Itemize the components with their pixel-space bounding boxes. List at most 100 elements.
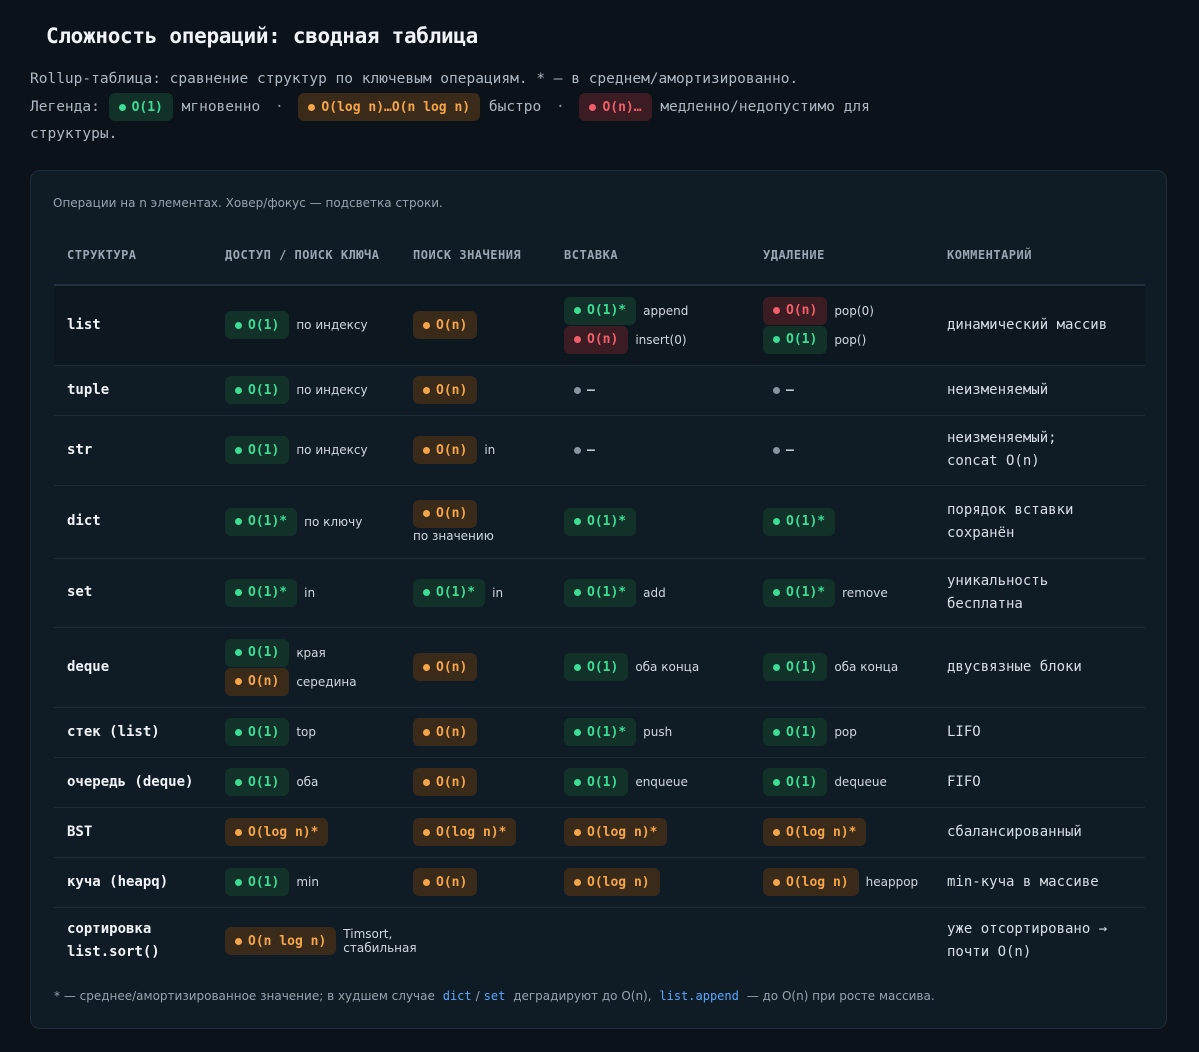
legend-medium-text: быстро — [488, 99, 542, 115]
status-dot-icon — [773, 336, 780, 344]
table-row[interactable]: set O(1)* in O(1)* in O(1)* add O(1)* remove уник… — [54, 558, 1145, 627]
operation-note: in — [304, 585, 316, 600]
status-dot-icon — [773, 589, 780, 596]
status-dot-icon — [574, 778, 581, 786]
complexity-badge: O(log n)* — [225, 818, 329, 846]
status-dot-icon — [574, 728, 581, 736]
complexity-badge: O(n) — [413, 311, 478, 340]
complexity-badge: O(log n)* — [564, 818, 668, 846]
complexity-badge: O(n) — [564, 325, 629, 354]
intro: Rollup-таблица: сравнение структур по кл… — [30, 66, 930, 148]
operation-note: по ключу — [304, 514, 363, 529]
table-row[interactable]: deque O(1) края O(n) середина O(n) O(1) оба кон… — [54, 627, 1145, 707]
cell-search: O(n) — [400, 365, 551, 415]
cell-insert: O(1)* push — [551, 707, 750, 757]
status-dot-icon — [773, 878, 780, 886]
cell-insert — [551, 907, 750, 975]
footnote-text: деградируют до O(n), — [513, 989, 652, 1003]
table-row[interactable]: dict O(1)* по ключу O(n) по значению O(1)* O(1… — [54, 485, 1145, 558]
operation-note: оба — [296, 775, 319, 789]
table-row[interactable]: BST O(log n)* O(log n)* O(log n)* O(log n)* с… — [54, 807, 1145, 857]
complexity-badge: O(1) — [225, 311, 290, 340]
cell-delete: O(n) pop(0) O(1) pop() — [750, 285, 934, 365]
complexity-badge: O(1)* — [564, 507, 637, 536]
cell-search: O(log n)* — [400, 807, 551, 857]
intro-line-end: структуры. — [30, 126, 118, 142]
operation-note: insert(0) — [635, 332, 687, 347]
structure-name: list — [54, 285, 212, 365]
complexity-badge: O(1) — [763, 718, 828, 746]
table-row[interactable]: str O(1) по индексу O(n) in — — неизменяемый; c… — [54, 415, 1145, 485]
comment: уже отсортировано → почти O(n) — [947, 921, 1108, 961]
complexity-badge: O(1)* — [564, 578, 637, 607]
operation-note: Timsort, стабильная — [343, 927, 417, 956]
status-dot-icon — [773, 518, 780, 525]
status-dot-icon — [574, 518, 581, 525]
complexity-badge: O(1) — [763, 325, 828, 354]
cell-access: O(1)* по ключу — [212, 485, 400, 558]
cell-access: O(1)* in — [212, 558, 400, 627]
complexity-badge: — — [564, 436, 605, 464]
header-search: ПОИСК ЗНАЧЕНИЯ — [413, 247, 522, 262]
cell-access: O(1) по индексу — [212, 415, 400, 485]
complexity-badge: O(n) — [413, 376, 478, 404]
page-title: Сложность операций: сводная таблица — [46, 24, 479, 48]
status-dot-icon — [235, 589, 242, 596]
complexity-badge: O(1) — [225, 718, 290, 746]
status-dot-icon — [574, 446, 581, 454]
cell-access: O(log n)* — [212, 807, 400, 857]
table-row[interactable]: куча (heapq) O(1) min O(n) O(log n) O(log n) h… — [54, 857, 1145, 907]
comment: уникальность бесплатна — [947, 572, 1049, 612]
complexity-table: СТРУКТУРА ДОСТУП / ПОИСК КЛЮЧА ПОИСК ЗНА… — [54, 226, 1145, 975]
cell-delete: — — [750, 365, 934, 415]
cell-insert: — — [551, 415, 750, 485]
table-row[interactable]: стек (list) O(1) top O(n) O(1)* push O(1) pop LI… — [54, 707, 1145, 757]
cell-delete: O(1) оба конца — [750, 627, 934, 707]
operation-note: push — [643, 725, 673, 739]
operation-note: dequeue — [834, 775, 887, 789]
status-dot-icon — [574, 589, 581, 596]
legend: Легенда: O(1) мгновенно · O(log n)…O(n l… — [30, 93, 930, 121]
complexity-badge: O(1)* — [763, 578, 836, 607]
status-dot-icon — [235, 386, 242, 394]
complexity-badge: O(log n) — [763, 868, 859, 896]
cell-search: O(n) — [400, 285, 551, 365]
table-row[interactable]: сортировка list.sort() O(n log n) Timsort,… — [54, 907, 1145, 975]
status-dot-icon — [423, 878, 430, 886]
status-dot-icon — [423, 510, 430, 517]
cell-access: O(1) top — [212, 707, 400, 757]
status-dot-icon — [773, 728, 780, 736]
comment: порядок вставки сохранён — [947, 501, 1074, 541]
cell-insert: O(1) enqueue — [551, 757, 750, 807]
structure-name: str — [67, 441, 93, 458]
operation-note: pop(0) — [834, 303, 874, 318]
operation-note: pop — [834, 725, 857, 739]
complexity-badge: O(log n)* — [763, 818, 867, 846]
comment: неизменяемый; concat O(n) — [947, 430, 1057, 469]
operation-note: pop() — [834, 332, 867, 347]
cell-access: O(n log n) Timsort, стабильная — [212, 907, 417, 975]
operation-note: середина — [296, 674, 357, 689]
status-dot-icon — [423, 663, 430, 671]
status-dot-icon — [423, 321, 430, 329]
legend-slow-badge: O(n)… — [579, 93, 652, 121]
code-list-append: list.append — [659, 989, 739, 1003]
complexity-badge: O(n log n) — [225, 927, 337, 956]
status-dot-icon — [773, 778, 780, 786]
complexity-badge: O(1) — [564, 768, 629, 796]
status-dot-icon — [423, 386, 430, 394]
comment: двусвязные блоки — [947, 658, 1082, 675]
table-row[interactable]: очередь (deque) O(1) оба O(n) O(1) enqueue O(1… — [54, 757, 1145, 807]
cell-delete: O(1) pop — [750, 707, 934, 757]
comment: сбалансированный — [947, 823, 1082, 840]
complexity-badge: O(n) — [413, 653, 478, 681]
operation-note: по значению — [413, 528, 494, 543]
operation-note: add — [643, 585, 666, 600]
complexity-badge: O(1)* — [225, 507, 298, 536]
table-row[interactable]: tuple O(1) по индексу O(n) — — неизменяемый — [54, 365, 1145, 415]
table-row[interactable]: list O(1) по индексу O(n) O(1)* append O(n) ins… — [54, 285, 1145, 365]
operation-note: по индексу — [296, 383, 368, 397]
complexity-badge: O(1) — [225, 638, 290, 667]
comment: динамический массив — [934, 285, 1145, 365]
cell-search: O(n) — [400, 707, 551, 757]
